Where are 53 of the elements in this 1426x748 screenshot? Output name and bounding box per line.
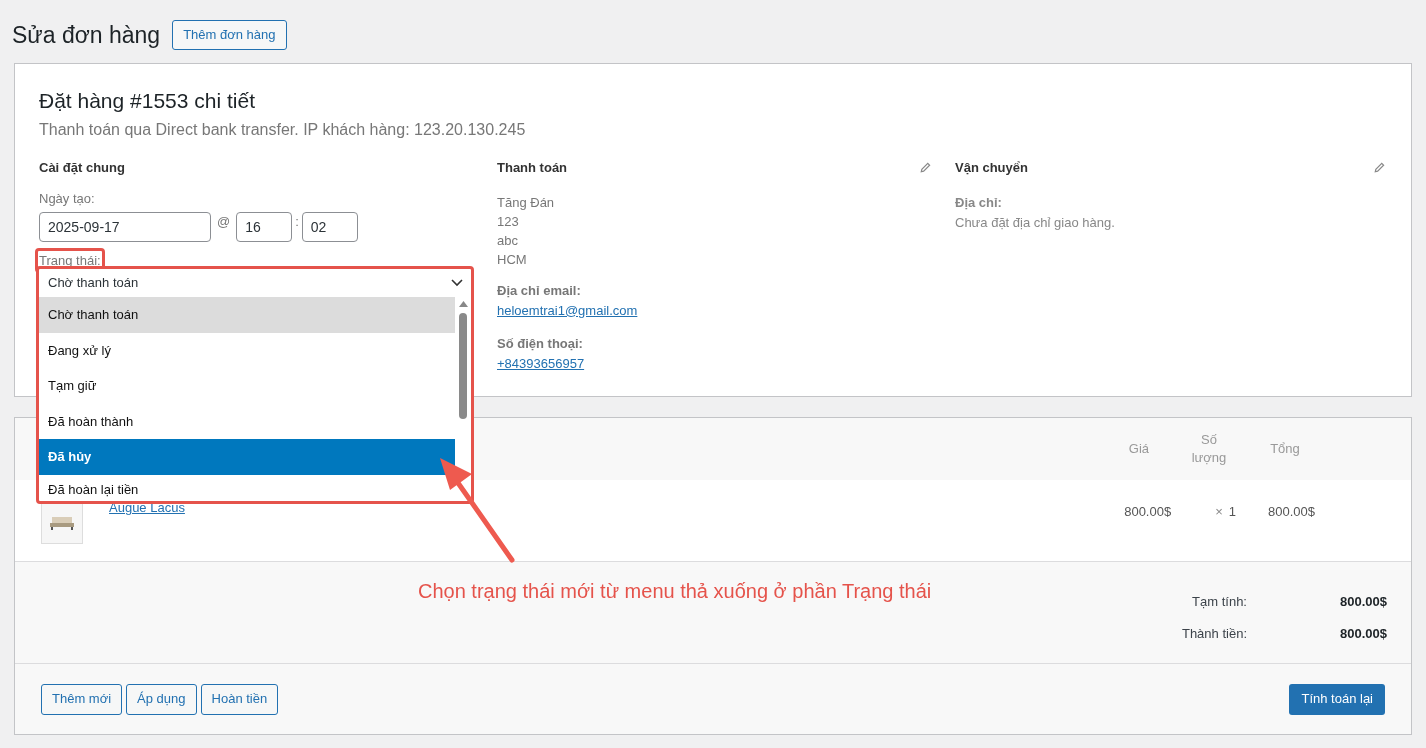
phone-link[interactable]: +84393656957 xyxy=(497,355,585,371)
section-heading: Thanh toán xyxy=(497,158,568,177)
order-subtitle: Thanh toán qua Direct bank transfer. IP khách hàng: 123.20.130.245 xyxy=(39,119,527,140)
recalculate-button[interactable]: Tính toán lại xyxy=(1289,683,1385,715)
total-value: 800.00$ xyxy=(1339,624,1387,643)
minute-field[interactable]: 02 xyxy=(301,211,358,242)
email-link[interactable]: heloemtrai1@gmail.com xyxy=(497,302,638,318)
column-header: Số lượng xyxy=(1190,431,1228,467)
section-heading: Vận chuyển xyxy=(955,158,1028,177)
annotation-text: Chọn trạng thái mới từ menu thả xuống ở phần Trạng thái xyxy=(418,579,932,604)
status-option[interactable]: Đã hoàn thành xyxy=(39,403,455,439)
scrollbar-thumb[interactable] xyxy=(459,313,467,419)
pencil-icon[interactable] xyxy=(920,161,931,173)
order-title: Đặt hàng #1553 chi tiết xyxy=(39,88,256,114)
status-option[interactable]: Đã hủy xyxy=(39,439,455,475)
shipping-address: Chưa đặt địa chỉ giao hàng. xyxy=(955,213,1116,232)
address-line: HCM xyxy=(497,251,528,269)
status-option[interactable]: Đã hoàn lại tiền xyxy=(39,474,143,501)
total-value: 800.00$ xyxy=(1339,593,1387,611)
status-option[interactable]: Chờ thanh toán xyxy=(39,297,455,333)
chevron-down-icon xyxy=(451,279,463,287)
status-option[interactable]: Đang xử lý xyxy=(39,332,455,368)
section-heading: Cài đặt chung xyxy=(39,158,126,177)
column-header: Giá xyxy=(1127,440,1149,459)
phone-label: Số điện thoại: xyxy=(497,335,584,353)
item-quantity: 1 xyxy=(1228,503,1236,521)
time-colon: : xyxy=(295,212,299,231)
status-dropdown-menu[interactable]: Chờ thanh toán Chờ thanh toán Đang xử lý Tạm giữ Đã hoàn thành Đã hủy Đã hoàn lại tiền xyxy=(36,266,474,504)
action-button[interactable]: Thêm mới xyxy=(41,683,123,715)
total-label: Tạm tính: xyxy=(1192,593,1247,611)
pencil-icon[interactable] xyxy=(1374,161,1385,173)
status-option[interactable]: Tạm giữ xyxy=(39,368,455,404)
item-price: 800.00$ xyxy=(1124,503,1172,521)
at-sign: @ xyxy=(217,212,231,231)
page-title: Sửa đơn hàng xyxy=(12,20,161,50)
bed-icon xyxy=(49,516,75,530)
address-line: 123 xyxy=(497,213,520,231)
date-field[interactable]: 2025-09-17 xyxy=(39,211,211,242)
status-select-value: Chờ thanh toán xyxy=(48,274,139,293)
action-button[interactable]: Áp dụng xyxy=(126,683,197,715)
times-sign: × xyxy=(1215,503,1223,521)
scroll-up-icon[interactable] xyxy=(458,301,468,307)
hour-field[interactable]: 16 xyxy=(236,211,293,242)
address-line: abc xyxy=(497,232,519,250)
date-label: Ngày tạo: xyxy=(39,190,96,208)
email-label: Địa chỉ email: xyxy=(497,282,582,300)
address-line: Tăng Đán xyxy=(497,194,556,212)
column-header: Tổng xyxy=(1269,440,1301,459)
total-label: Thành tiền: xyxy=(1181,624,1247,643)
add-order-button[interactable]: Thêm đơn hàng xyxy=(172,20,287,50)
address-label: Địa chỉ: xyxy=(955,194,1003,212)
action-button[interactable]: Hoàn tiền xyxy=(200,683,279,715)
item-total: 800.00$ xyxy=(1268,503,1315,521)
